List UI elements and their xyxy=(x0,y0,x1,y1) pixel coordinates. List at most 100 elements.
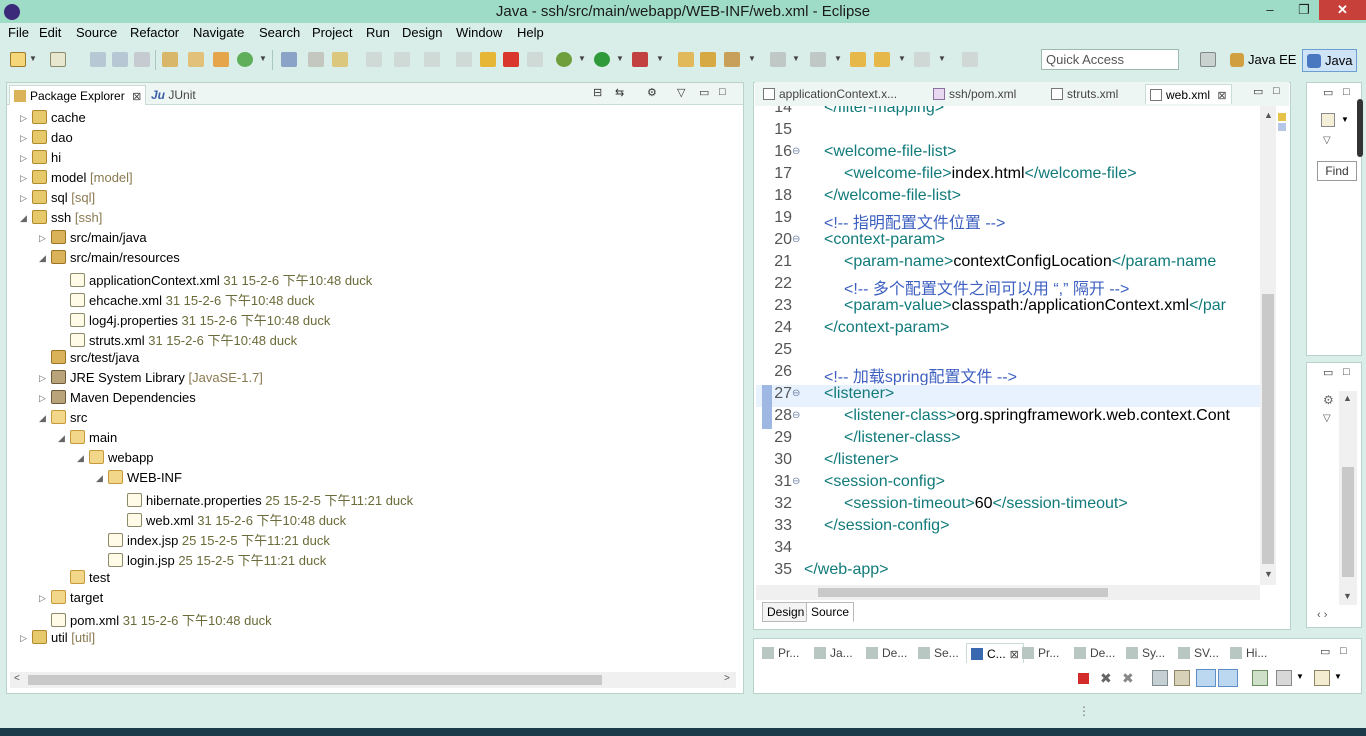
bottom-tab[interactable]: Se... xyxy=(914,643,963,663)
filter-icon[interactable]: ⚙ xyxy=(647,86,657,99)
maximize-button[interactable]: ❐ xyxy=(1290,0,1318,20)
open-type-icon[interactable] xyxy=(332,52,348,67)
expand-toggle-icon[interactable]: ▷ xyxy=(39,393,51,404)
bottom-tab[interactable]: Hi... xyxy=(1226,643,1271,663)
maximize-view-icon[interactable]: □ xyxy=(1273,85,1280,97)
code-line[interactable]: 20 ⊖ <context-param> xyxy=(756,231,1260,253)
external-tools-icon[interactable] xyxy=(678,52,694,67)
fold-toggle-icon[interactable]: ⊖ xyxy=(792,388,800,399)
scroll-lock-icon[interactable] xyxy=(1174,670,1190,686)
expand-toggle-icon[interactable]: ◢ xyxy=(39,413,51,424)
new-task-icon[interactable] xyxy=(1321,113,1335,127)
tree-item[interactable]: ▷ Maven Dependencies xyxy=(39,390,196,410)
bottom-tab[interactable]: Pr... xyxy=(1018,643,1063,663)
tree-item[interactable]: src/test/java xyxy=(39,350,139,370)
code-line[interactable]: 31 ⊖ <session-config> xyxy=(756,473,1260,495)
expand-toggle-icon[interactable]: ◢ xyxy=(20,213,32,224)
tree-item[interactable]: ▷ model [model] xyxy=(20,170,133,190)
tree-item[interactable]: ◢ main xyxy=(58,430,117,450)
view-menu-icon[interactable]: ▽ xyxy=(1323,413,1331,424)
xml-source-editor[interactable]: 14 </filter-mapping> 15 16 ⊖ <welcome-file-li… xyxy=(756,106,1260,585)
search-icon[interactable] xyxy=(724,52,740,67)
code-line[interactable]: 14 </filter-mapping> xyxy=(756,106,1260,121)
scrollbar-thumb[interactable] xyxy=(1262,294,1274,564)
tree-item[interactable]: ◢ src/main/resources xyxy=(39,250,180,270)
debug-dropdown-icon[interactable]: ▼ xyxy=(259,54,267,63)
code-line[interactable]: 16 ⊖ <welcome-file-list> xyxy=(756,143,1260,165)
close-icon[interactable]: ⊠ xyxy=(1217,90,1226,102)
disconnect-icon[interactable] xyxy=(527,52,543,67)
console-dropdown-icon[interactable]: ▼ xyxy=(1296,672,1304,681)
tree-item[interactable]: ehcache.xml 31 15-2-6 下午10:48 duck xyxy=(58,290,314,310)
maximize-view-icon[interactable]: □ xyxy=(719,86,726,98)
run-dropdown-icon[interactable]: ▼ xyxy=(616,54,624,63)
menu-navigate[interactable]: Navigate xyxy=(193,25,244,40)
code-line[interactable]: 23 <param-value>classpath:/applicationCon… xyxy=(756,297,1260,319)
tree-item[interactable]: ◢ webapp xyxy=(77,450,154,470)
expand-toggle-icon[interactable]: ◢ xyxy=(39,253,51,264)
view-menu-icon[interactable]: ▽ xyxy=(677,86,685,99)
back-icon[interactable] xyxy=(850,52,866,67)
tab-package-explorer[interactable]: Package Explorer ⊠ xyxy=(9,85,147,105)
menu-run[interactable]: Run xyxy=(366,25,390,40)
tab-junit[interactable]: Ju JUnit xyxy=(145,85,200,105)
menu-window[interactable]: Window xyxy=(456,25,502,40)
next-edit-icon[interactable] xyxy=(770,52,786,67)
minimize-button[interactable]: – xyxy=(1256,0,1284,20)
expand-toggle-icon[interactable]: ▷ xyxy=(39,373,51,384)
scrollbar-thumb[interactable] xyxy=(1342,467,1354,577)
tree-item[interactable]: ▷ target xyxy=(39,590,103,610)
tab-pom-xml[interactable]: ssh/pom.xml xyxy=(929,84,1020,104)
scroll-down-icon[interactable]: ▼ xyxy=(1264,569,1273,579)
fold-toggle-icon[interactable]: ⊖ xyxy=(792,234,800,245)
code-line[interactable]: 35 </web-app> xyxy=(756,561,1260,583)
tree-item[interactable]: ◢ WEB-INF xyxy=(96,470,182,490)
close-icon[interactable]: ⊠ xyxy=(132,91,141,103)
code-line[interactable]: 28 ⊖ <listener-class>org.springframework.w… xyxy=(756,407,1260,429)
tree-item[interactable]: ▷ util [util] xyxy=(20,630,95,650)
expand-toggle-icon[interactable]: ◢ xyxy=(77,453,89,464)
quick-access-input[interactable]: Quick Access xyxy=(1041,49,1179,70)
pin-console-icon[interactable] xyxy=(1252,670,1268,686)
tree-item[interactable]: ▷ src/main/java xyxy=(39,230,147,250)
debug-dropdown-icon[interactable]: ▼ xyxy=(578,54,586,63)
code-line[interactable]: 25 xyxy=(756,341,1260,363)
code-line[interactable]: 21 <param-name>contextConfigLocation</par… xyxy=(756,253,1260,275)
view-menu-icon[interactable]: ▽ xyxy=(1323,135,1331,146)
bottom-tab[interactable]: De... xyxy=(1070,643,1119,663)
expand-toggle-icon[interactable]: ▷ xyxy=(20,193,32,204)
editor-horizontal-scrollbar[interactable] xyxy=(756,585,1260,600)
tree-item[interactable]: log4j.properties 31 15-2-6 下午10:48 duck xyxy=(58,310,330,330)
suspend-icon[interactable] xyxy=(480,52,496,67)
tree-item[interactable]: ▷ hi xyxy=(20,150,61,170)
code-line[interactable]: 32 <session-timeout>60</session-timeout> xyxy=(756,495,1260,517)
code-line[interactable]: 17 <welcome-file>index.html</welcome-file… xyxy=(756,165,1260,187)
remove-all-icon[interactable]: ✖ xyxy=(1122,670,1134,687)
scrollbar-thumb[interactable] xyxy=(818,588,1108,597)
debug-icon[interactable] xyxy=(237,52,253,67)
tree-item[interactable]: web.xml 31 15-2-6 下午10:48 duck xyxy=(115,510,346,530)
tree-item[interactable]: hibernate.properties 25 15-2-5 下午11:21 d… xyxy=(115,490,413,510)
run-icon[interactable] xyxy=(594,52,610,67)
tree-item[interactable]: login.jsp 25 15-2-5 下午11:21 duck xyxy=(96,550,326,570)
minimize-view-icon[interactable]: ▭ xyxy=(1253,85,1263,98)
tree-item[interactable]: pom.xml 31 15-2-6 下午10:48 duck xyxy=(39,610,272,630)
new-java-package-icon[interactable] xyxy=(188,52,204,67)
prev-edit-icon[interactable] xyxy=(810,52,826,67)
display-selected-console-icon[interactable] xyxy=(1276,670,1292,686)
open-console-icon[interactable] xyxy=(1314,670,1330,686)
tab-applicationcontext-xml[interactable]: applicationContext.x... xyxy=(759,84,901,104)
prev-edit-dropdown-icon[interactable]: ▼ xyxy=(834,54,842,63)
tree-horizontal-scrollbar[interactable]: < > xyxy=(10,672,736,688)
code-line[interactable]: 22 <!-- 多个配置文件之间可以用 “,” 隔开 --> xyxy=(756,275,1260,298)
menu-help[interactable]: Help xyxy=(517,25,544,40)
tree-item[interactable]: ▷ JRE System Library [JavaSE-1.7] xyxy=(39,370,263,390)
scroll-up-icon[interactable]: ▲ xyxy=(1343,393,1352,403)
menu-search[interactable]: Search xyxy=(259,25,300,40)
scrollbar-thumb[interactable] xyxy=(28,675,602,685)
menu-source[interactable]: Source xyxy=(76,25,117,40)
fold-toggle-icon[interactable]: ⊖ xyxy=(792,410,800,421)
expand-toggle-icon[interactable]: ◢ xyxy=(96,473,108,484)
code-line[interactable]: 29 </listener-class> xyxy=(756,429,1260,451)
expand-toggle-icon[interactable]: ▷ xyxy=(39,593,51,604)
